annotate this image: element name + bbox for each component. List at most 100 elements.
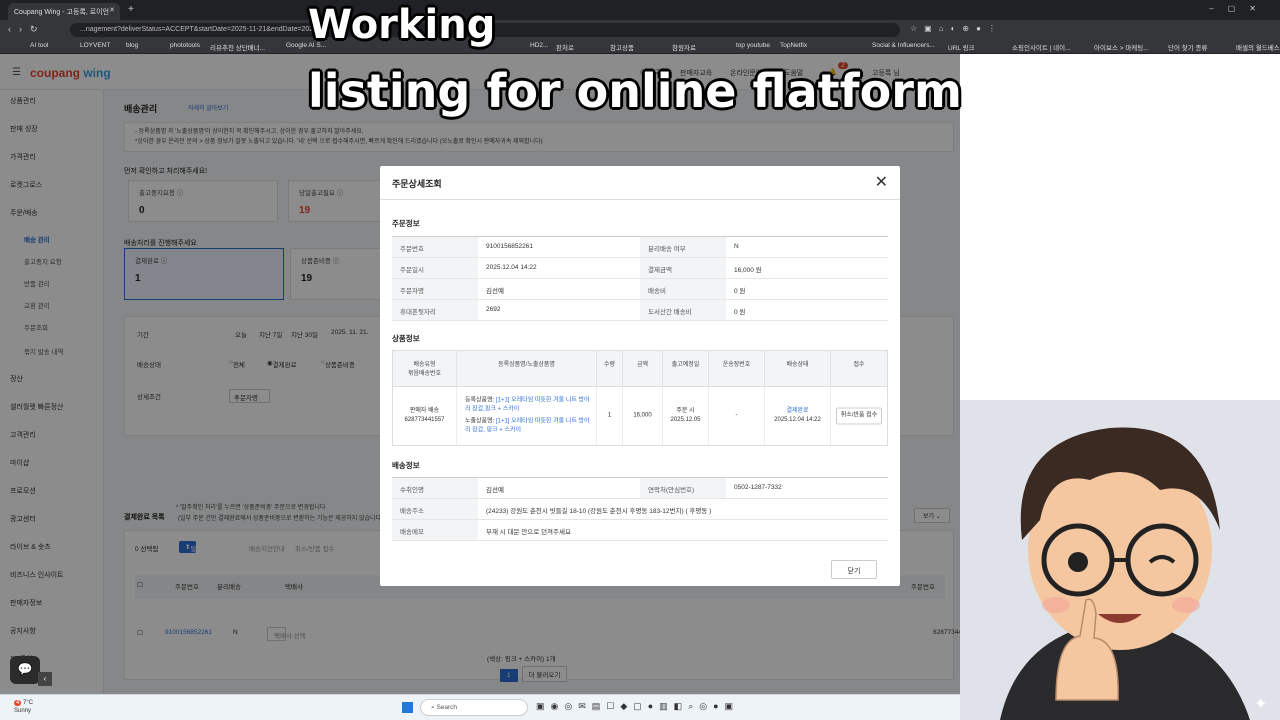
info-value: 0 원: [734, 309, 746, 316]
bookmark-item[interactable]: 리뷰추천 상단배너...: [210, 42, 265, 52]
bookmark-item[interactable]: 단어 찾기 종류: [1168, 42, 1208, 52]
product-col-header: 배송유형 묶음배송번호: [393, 351, 457, 387]
status-date: 2025.12.04 14:22: [774, 417, 821, 423]
product-col-header: 수량: [597, 351, 623, 387]
shipping-info-table: 수취인명 김선예 연락처(안심번호) 0502-1287-7332 배송주소 (24233…: [392, 477, 888, 541]
weather-badge: 4: [14, 700, 22, 706]
info-value: 16,000 원: [734, 267, 762, 274]
cell-action: 취소/반품 접수: [831, 387, 887, 445]
nav-arrows-icon[interactable]: ‹›↻: [8, 24, 46, 35]
reg-label: 등록상품명:: [465, 397, 495, 404]
invoice: -: [735, 412, 738, 419]
bookmark-item[interactable]: Social & Influencers...: [872, 42, 935, 49]
bookmark-item[interactable]: top youtube: [736, 42, 770, 49]
close-button[interactable]: 닫기: [831, 560, 877, 579]
info-value: 9100156852261: [486, 243, 533, 250]
cell-qty: 1: [597, 387, 623, 445]
windows-start-icon[interactable]: [402, 702, 413, 713]
product-col-header: 출고예정일: [663, 351, 709, 387]
info-value: 2025.12.04 14:22: [486, 264, 537, 271]
new-tab-icon[interactable]: +: [128, 4, 134, 15]
info-value: 부재 시 대문 안으로 던져주세요: [486, 529, 571, 536]
bookmark-item[interactable]: 배셀의 월드베스트...: [1236, 42, 1280, 52]
order-detail-modal: 주문상세조회 ✕ 주문정보 주문번호 9100156852261 분리배송 여부 N 주…: [380, 166, 900, 586]
shipping-info-title: 배송정보: [392, 461, 420, 470]
collapse-arrow-icon[interactable]: ‹: [38, 672, 52, 686]
product-col-header: 금액: [623, 351, 663, 387]
order-info-row: 휴대폰뒷자리 2692 도서산간 배송비 0 원: [392, 300, 888, 321]
cell-ship-date: 주문 시 2025.12.05: [663, 387, 709, 445]
window-controls[interactable]: –▢✕: [1209, 4, 1270, 13]
ship-when: 주문 시: [676, 408, 695, 414]
order-info-row: 주문번호 9100156852261 분리배송 여부 N: [392, 237, 888, 258]
product-col-header: 배송상태: [765, 351, 831, 387]
info-value: N: [734, 243, 739, 250]
bookmark-item[interactable]: HD2...: [530, 42, 548, 49]
bookmark-item[interactable]: 참원자료: [672, 42, 696, 52]
bookmark-item[interactable]: blog: [126, 42, 138, 49]
browser-tab[interactable]: Coupang Wing - 고등록, 로이언 ✕: [8, 3, 120, 20]
weather-widget[interactable]: 4 7°C Sunny: [14, 699, 33, 715]
taskbar-app-icons[interactable]: ▣◉◎✉▤☐◆▢●▥◧⌕◎●▣: [536, 701, 739, 712]
caption-line-2: listing for online flatform: [308, 64, 962, 118]
info-key: 주문일시: [392, 258, 478, 278]
taskbar-search-label: Search: [436, 704, 458, 711]
caption-line-1: Working: [308, 2, 496, 48]
cartoon-avatar: [960, 400, 1280, 720]
cell-product: 등록상품명: [1+1] 오레타임 따뜻한 겨울 니트 방어리 장갑,핑크 + …: [457, 387, 597, 445]
order-info-row: 주문일시 2025.12.04 14:22 결제금액 16,000 원: [392, 258, 888, 279]
cell-status: 결제완료 2025.12.04 14:22: [765, 387, 831, 445]
info-value: 김선예: [486, 487, 504, 494]
bookmark-item[interactable]: AI tool: [30, 42, 48, 49]
info-key: 결제금액: [640, 258, 726, 278]
order-info-table: 주문번호 9100156852261 분리배송 여부 N 주문일시 2025.12.04 …: [392, 236, 888, 321]
shipping-info-row: 배송메모 부재 시 대문 안으로 던져주세요: [392, 520, 888, 541]
info-key: 분리배송 여부: [640, 237, 726, 257]
browser-tabbar: Coupang Wing - 고등록, 로이언 ✕ + –▢✕: [0, 0, 1280, 20]
info-key: 주문자명: [392, 279, 478, 299]
info-value: 2692: [486, 306, 501, 313]
qty: 1: [607, 412, 612, 419]
bookmark-item[interactable]: 쇼핑인사이트 | 네이...: [1012, 42, 1071, 52]
cell-price: 16,000: [623, 387, 663, 445]
shipping-info-row: 수취인명 김선예 연락처(안심번호) 0502-1287-7332: [392, 478, 888, 499]
weather-text: Sunny: [14, 708, 32, 714]
cell-invoice: -: [709, 387, 765, 445]
product-col-header: 운송장번호: [709, 351, 765, 387]
product-col-header: 등록상품명/노출상품명: [457, 351, 597, 387]
taskbar-search[interactable]: ⌕ Search: [420, 699, 528, 716]
bookmark-item[interactable]: URL 링크: [948, 42, 975, 52]
bookmark-item[interactable]: 아이보스 > 마케팅...: [1094, 42, 1149, 52]
extension-icons[interactable]: ☆▣⌂◐⊕●⋮: [910, 24, 1003, 33]
info-key: 수취인명: [392, 478, 478, 498]
bookmarks-bar: AI tool LOYVENT blog phototools 리뷰추천 상단배너...…: [0, 39, 1280, 54]
product-info-title: 상품정보: [392, 334, 420, 343]
info-key: 도서산간 배송비: [640, 300, 726, 320]
bookmark-item[interactable]: TopNetfix: [780, 42, 807, 49]
chat-icon[interactable]: 💬: [10, 656, 40, 684]
bookmark-item[interactable]: phototools: [170, 42, 200, 49]
windows-taskbar: 4 7°C Sunny ⌕ Search ▣◉◎✉▤☐◆▢●▥◧⌕◎●▣: [0, 694, 960, 720]
exp-label: 노출상품명:: [465, 418, 495, 425]
product-col-header: 접수: [831, 351, 887, 387]
sparkle-icon: ✦: [1254, 696, 1268, 713]
screen: Coupang Wing - 고등록, 로이언 ✕ + –▢✕ ‹›↻ ...n…: [0, 0, 1280, 720]
bookmark-item[interactable]: 참고상품: [610, 42, 634, 52]
price: 16,000: [633, 412, 652, 419]
status-link[interactable]: 결제완료: [765, 407, 830, 416]
cancel-return-button[interactable]: 취소/반품 접수: [835, 407, 883, 425]
product-table: 접수 배송상태 운송장번호 출고예정일 금액 수량 등록상품명/노출상품명 배송유형 묶음배송…: [392, 350, 888, 446]
info-key: 주문번호: [392, 237, 478, 257]
bundle-no: 628773441557: [404, 417, 445, 423]
info-key: 배송비: [640, 279, 726, 299]
bookmark-item[interactable]: 판처로: [556, 42, 574, 52]
tab-title: Coupang Wing - 고등록, 로이언: [14, 9, 110, 16]
info-value: (24233) 강원도 춘천시 빗들길 18-10 (강원도 춘천시 후평동 1…: [486, 508, 712, 515]
info-key: 휴대폰뒷자리: [392, 300, 478, 320]
bookmark-item[interactable]: LOYVENT: [80, 42, 110, 49]
weather-temp: 7°C: [23, 700, 34, 706]
shipping-info-row: 배송주소 (24233) 강원도 춘천시 빗들길 18-10 (강원도 춘천시 후…: [392, 499, 888, 520]
tab-close-icon[interactable]: ✕: [109, 6, 115, 14]
close-icon[interactable]: ✕: [875, 172, 888, 192]
address-bar-row: ‹›↻ ...nagement?deliverStatus=ACCEPT&sta…: [0, 20, 1280, 39]
